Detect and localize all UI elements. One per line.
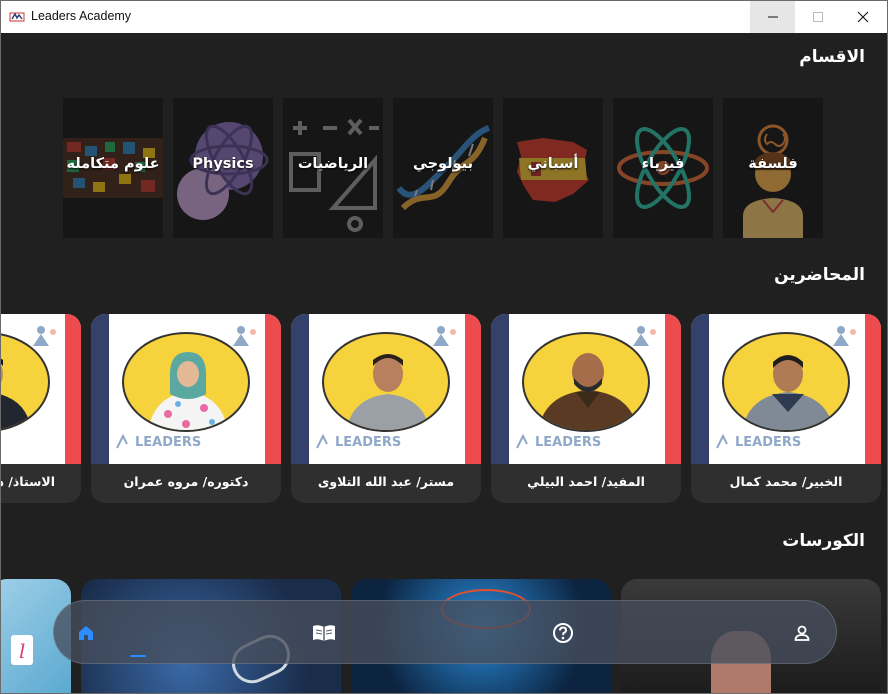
- svg-text:LEADERS: LEADERS: [135, 435, 201, 450]
- minimize-icon: [767, 16, 778, 18]
- window-title: Leaders Academy: [31, 9, 132, 23]
- instructor-photo-card: LEADERS: [691, 314, 881, 464]
- person-portrait-icon: [742, 355, 834, 430]
- maximize-button[interactable]: [795, 1, 840, 33]
- academy-watermark-icon: [633, 326, 656, 346]
- category-label: الرياضيات: [297, 156, 369, 172]
- nav-home[interactable]: [72, 619, 100, 647]
- active-tab-indicator: [130, 655, 146, 657]
- instructor-name: دكتوره/ مروه عمران: [123, 474, 249, 489]
- academy-watermark-icon: [433, 326, 456, 346]
- category-card-integrated-science[interactable]: علوم متكامله: [63, 98, 163, 238]
- title-bar: Leaders Academy: [1, 1, 887, 33]
- card-band-right: [665, 314, 681, 464]
- category-card-mathematics[interactable]: الرياضيات: [283, 98, 383, 238]
- academy-watermark-icon: [833, 326, 856, 346]
- category-label: Physics: [192, 156, 254, 172]
- instructor-photo: [722, 332, 850, 432]
- card-band-right: [65, 314, 81, 464]
- minimize-button[interactable]: [750, 1, 795, 33]
- app-window: Leaders Academy الاقسام فلسفة فيزياء أسب…: [0, 0, 888, 694]
- card-band-left: [291, 314, 309, 464]
- instructor-card[interactable]: LEADERS الخبير/ محمد كمال: [691, 314, 881, 503]
- nav-help[interactable]: [549, 619, 577, 647]
- bottom-navigation: [53, 600, 837, 664]
- category-card-physics[interactable]: Physics: [173, 98, 273, 238]
- home-icon: [79, 626, 93, 640]
- card-band-right: [265, 314, 281, 464]
- profile-icon: [794, 625, 810, 641]
- nav-courses[interactable]: [310, 619, 338, 647]
- card-band-right: [465, 314, 481, 464]
- instructor-photo: [522, 332, 650, 432]
- person-portrait-icon: [538, 353, 638, 430]
- instructor-name: مستر/ عبد الله التلاوى: [317, 474, 455, 489]
- category-label: فيزياء: [641, 156, 685, 172]
- instructor-photo: [122, 332, 250, 432]
- instructor-name: الاستاذ/ د: [0, 474, 55, 489]
- instructor-name: المفيد/ احمد البيلي: [527, 474, 645, 489]
- close-button[interactable]: [840, 1, 885, 33]
- category-card-biology[interactable]: بيولوجي: [393, 98, 493, 238]
- instructor-card[interactable]: LEADERS مستر/ عبد الله التلاوى: [291, 314, 481, 503]
- help-icon: [553, 623, 573, 643]
- instructor-card[interactable]: الاستاذ/ د: [0, 314, 81, 503]
- category-label: أسباني: [527, 156, 579, 172]
- academy-watermark-icon: [233, 326, 256, 346]
- category-card-physics-ar[interactable]: فيزياء: [613, 98, 713, 238]
- svg-text:LEADERS: LEADERS: [335, 435, 401, 450]
- instructors-section-title: المحاضرين: [774, 265, 865, 285]
- svg-text:LEADERS: LEADERS: [535, 435, 601, 450]
- category-card-philosophy[interactable]: فلسفة: [723, 98, 823, 238]
- category-label: فلسفة: [748, 156, 798, 172]
- instructor-card[interactable]: LEADERS المفيد/ احمد البيلي: [491, 314, 681, 503]
- svg-text:LEADERS: LEADERS: [735, 435, 801, 450]
- instructor-photo-card: LEADERS: [291, 314, 481, 464]
- academy-watermark-icon: [33, 326, 56, 346]
- leaders-watermark-logo: LEADERS: [716, 433, 801, 450]
- course-letter-icon: l: [19, 639, 26, 663]
- category-card-spanish[interactable]: أسباني: [503, 98, 603, 238]
- book-icon: [313, 625, 335, 641]
- card-band-right: [865, 314, 881, 464]
- leaders-watermark-logo: LEADERS: [116, 433, 201, 450]
- instructor-name: الخبير/ محمد كمال: [729, 474, 843, 489]
- instructor-photo-card: LEADERS: [491, 314, 681, 464]
- instructor-photo: [322, 332, 450, 432]
- courses-section-title: الكورسات: [782, 531, 865, 551]
- app-logo-icon: [9, 12, 25, 22]
- instructor-photo-card: [1, 314, 81, 464]
- instructor-photo-card: LEADERS: [91, 314, 281, 464]
- card-band-left: [691, 314, 709, 464]
- leaders-watermark-logo: LEADERS: [316, 433, 401, 450]
- category-label: علوم متكامله: [66, 156, 160, 172]
- category-label: بيولوجي: [412, 156, 474, 172]
- nav-profile[interactable]: [788, 619, 816, 647]
- person-portrait-icon: [346, 354, 430, 430]
- card-band-left: [91, 314, 109, 464]
- instructor-card[interactable]: LEADERS دكتوره/ مروه عمران: [91, 314, 281, 503]
- person-portrait-icon: [148, 352, 228, 430]
- categories-section-title: الاقسام: [799, 47, 865, 67]
- card-band-left: [491, 314, 509, 464]
- leaders-watermark-logo: LEADERS: [516, 433, 601, 450]
- close-icon: [857, 11, 868, 23]
- maximize-icon: [812, 12, 823, 22]
